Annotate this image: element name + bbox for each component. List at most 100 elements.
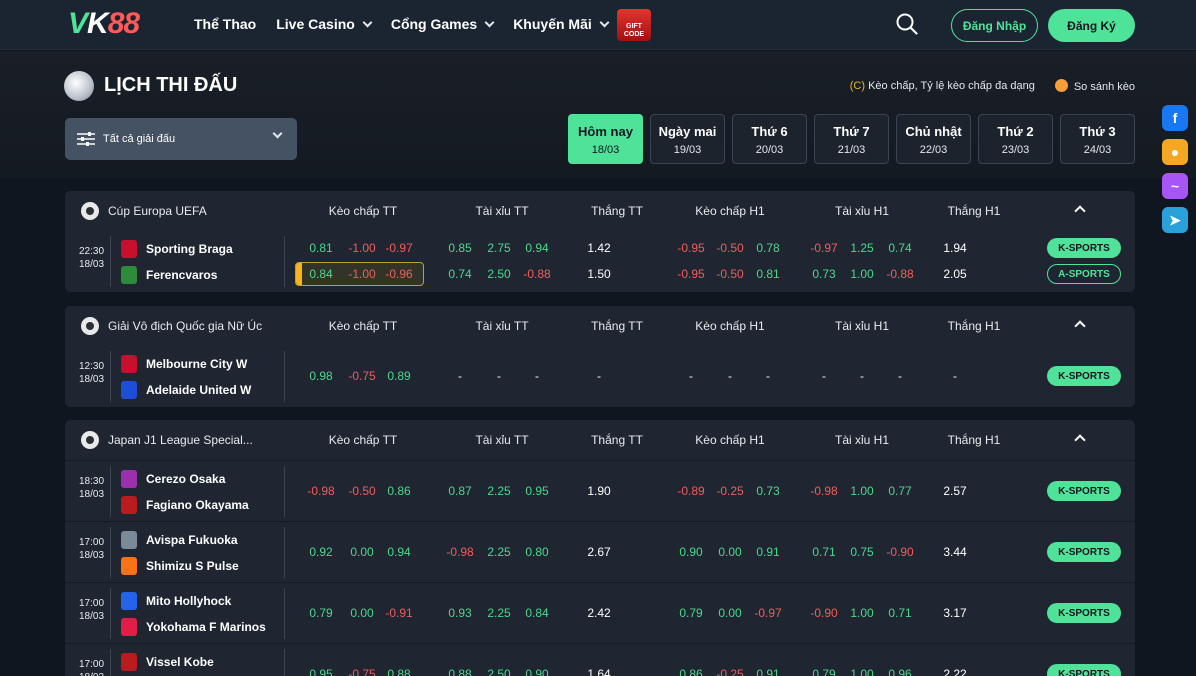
- day-tab[interactable]: Chủ nhật 22/03: [896, 114, 971, 164]
- day-tab[interactable]: Hôm nay 18/03: [568, 114, 643, 164]
- odds-value[interactable]: -0.98: [446, 545, 473, 559]
- odds-value[interactable]: -0.97: [385, 241, 412, 255]
- win-odds-value[interactable]: 1.90: [587, 484, 610, 498]
- odds-value[interactable]: 0.00: [718, 606, 741, 620]
- odds-value[interactable]: -0.95: [677, 267, 704, 281]
- odds-value[interactable]: 0.74: [888, 241, 911, 255]
- odds-value[interactable]: 0.71: [812, 545, 835, 559]
- nav-khuyen-mai[interactable]: Khuyến Mãi: [513, 16, 610, 32]
- win-odds-value[interactable]: 2.05: [943, 267, 966, 281]
- odds-value[interactable]: 0.00: [350, 545, 373, 559]
- odds-value[interactable]: 2.50: [487, 267, 510, 281]
- odds-value[interactable]: 0.92: [309, 545, 332, 559]
- odds-value[interactable]: 0.90: [679, 545, 702, 559]
- sports-provider-button[interactable]: K-SPORTS: [1047, 366, 1121, 386]
- odds-value[interactable]: 0.81: [309, 241, 332, 255]
- odds-value[interactable]: 0.95: [525, 484, 548, 498]
- league-filter-select[interactable]: Tất cả giải đấu: [65, 118, 297, 160]
- odds-value[interactable]: 0.00: [350, 606, 373, 620]
- odds-value[interactable]: 0.84: [309, 267, 332, 281]
- odds-value[interactable]: 0.89: [387, 369, 410, 383]
- odds-value[interactable]: -0.95: [677, 241, 704, 255]
- odds-value[interactable]: -0.97: [754, 606, 781, 620]
- odds-value[interactable]: -0.50: [716, 267, 743, 281]
- odds-value[interactable]: 1.00: [850, 667, 873, 676]
- odds-value[interactable]: 0.75: [850, 545, 873, 559]
- compare-odds[interactable]: So sánh kèo: [1054, 79, 1135, 93]
- day-tab[interactable]: Thứ 2 23/03: [978, 114, 1053, 164]
- odds-value[interactable]: -0.89: [677, 484, 704, 498]
- collapse-icon[interactable]: [1074, 205, 1086, 217]
- odds-value[interactable]: 0.79: [679, 606, 702, 620]
- win-odds-value[interactable]: 1.42: [587, 241, 610, 255]
- odds-value[interactable]: 2.25: [487, 484, 510, 498]
- search-icon[interactable]: [896, 13, 918, 35]
- odds-value[interactable]: 0.74: [448, 267, 471, 281]
- odds-value[interactable]: 1.00: [850, 484, 873, 498]
- odds-value[interactable]: -0.25: [716, 667, 743, 676]
- win-odds-value[interactable]: 2.22: [943, 667, 966, 676]
- odds-value[interactable]: -1.00: [348, 241, 375, 255]
- win-odds-value[interactable]: 1.50: [587, 267, 610, 281]
- login-button[interactable]: Đăng Nhập: [951, 9, 1038, 42]
- odds-value[interactable]: -0.88: [523, 267, 550, 281]
- odds-value[interactable]: 1.00: [850, 267, 873, 281]
- win-odds-value[interactable]: 2.42: [587, 606, 610, 620]
- odds-value[interactable]: -1.00: [348, 267, 375, 281]
- odds-value[interactable]: 0.78: [756, 241, 779, 255]
- gift-code-icon[interactable]: GIFT CODE: [617, 9, 651, 41]
- odds-value[interactable]: -0.75: [348, 369, 375, 383]
- odds-value[interactable]: -0.50: [716, 241, 743, 255]
- sports-provider-button[interactable]: K-SPORTS: [1047, 542, 1121, 562]
- odds-value[interactable]: 1.25: [850, 241, 873, 255]
- facebook-icon[interactable]: f: [1162, 105, 1188, 131]
- win-odds-value[interactable]: 1.94: [943, 241, 966, 255]
- sports-provider-button[interactable]: K-SPORTS: [1047, 664, 1121, 676]
- win-odds-value[interactable]: 2.57: [943, 484, 966, 498]
- odds-value[interactable]: 0.73: [756, 484, 779, 498]
- day-tab[interactable]: Thứ 3 24/03: [1060, 114, 1135, 164]
- odds-value[interactable]: -0.90: [810, 606, 837, 620]
- sports-provider-button[interactable]: K-SPORTS: [1047, 603, 1121, 623]
- odds-value[interactable]: 0.80: [525, 545, 548, 559]
- odds-value[interactable]: 0.94: [387, 545, 410, 559]
- win-odds-value[interactable]: 3.44: [943, 545, 966, 559]
- odds-value[interactable]: 2.75: [487, 241, 510, 255]
- odds-value[interactable]: 0.71: [888, 606, 911, 620]
- odds-value[interactable]: 0.98: [309, 369, 332, 383]
- odds-value[interactable]: -0.97: [810, 241, 837, 255]
- odds-value[interactable]: 2.50: [487, 667, 510, 676]
- odds-value[interactable]: 0.79: [309, 606, 332, 620]
- odds-value[interactable]: 0.84: [525, 606, 548, 620]
- odds-value[interactable]: -0.25: [716, 484, 743, 498]
- odds-value[interactable]: 0.87: [448, 484, 471, 498]
- odds-value[interactable]: -0.91: [385, 606, 412, 620]
- odds-value[interactable]: -0.88: [886, 267, 913, 281]
- day-tab[interactable]: Thứ 6 20/03: [732, 114, 807, 164]
- odds-value[interactable]: 0.85: [448, 241, 471, 255]
- nav-live-casino[interactable]: Live Casino: [276, 16, 373, 32]
- win-odds-value[interactable]: 3.17: [943, 606, 966, 620]
- odds-value[interactable]: 0.90: [525, 667, 548, 676]
- collapse-icon[interactable]: [1074, 434, 1086, 446]
- win-odds-value[interactable]: 1.64: [587, 667, 610, 676]
- odds-value[interactable]: 0.79: [812, 667, 835, 676]
- odds-value[interactable]: 0.73: [812, 267, 835, 281]
- odds-value[interactable]: -0.98: [307, 484, 334, 498]
- vk88-logo[interactable]: VK88: [68, 7, 140, 41]
- odds-value[interactable]: 0.93: [448, 606, 471, 620]
- nav-cong-games[interactable]: Cổng Games: [391, 16, 495, 32]
- odds-value[interactable]: 0.77: [888, 484, 911, 498]
- odds-value[interactable]: -0.50: [348, 484, 375, 498]
- odds-value[interactable]: 0.88: [387, 667, 410, 676]
- odds-value[interactable]: -0.75: [348, 667, 375, 676]
- odds-value[interactable]: 2.25: [487, 606, 510, 620]
- register-button[interactable]: Đăng Ký: [1048, 9, 1135, 42]
- odds-value[interactable]: -0.90: [886, 545, 913, 559]
- odds-value[interactable]: 1.00: [850, 606, 873, 620]
- odds-value[interactable]: -0.96: [385, 267, 412, 281]
- odds-value[interactable]: 2.25: [487, 545, 510, 559]
- sports-provider-button[interactable]: K-SPORTS: [1047, 238, 1121, 258]
- telegram-icon[interactable]: ➤: [1162, 207, 1188, 233]
- odds-value[interactable]: 0.81: [756, 267, 779, 281]
